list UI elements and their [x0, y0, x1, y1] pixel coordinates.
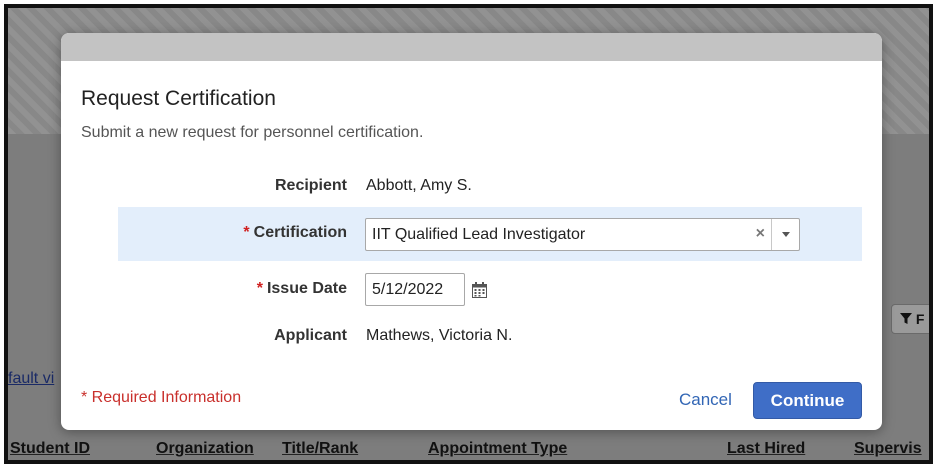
certification-selected-value: IIT Qualified Lead Investigator [372, 226, 586, 243]
required-marker: * [243, 224, 250, 241]
filter-icon [900, 313, 912, 324]
required-information-note: * Required Information [81, 389, 242, 406]
issue-date-label-text: Issue Date [266, 280, 347, 297]
issue-date-input[interactable] [366, 274, 464, 305]
applicant-label: Applicant [274, 327, 347, 344]
chevron-down-icon [781, 232, 790, 237]
applicant-row: Applicant Mathews, Victoria N. [61, 327, 882, 357]
cancel-button[interactable]: Cancel [679, 390, 732, 410]
background-filter-button[interactable]: F [891, 304, 929, 334]
background-default-view-link[interactable]: fault vi [8, 370, 54, 388]
request-certification-dialog: Request Certification Submit a new reque… [61, 33, 882, 430]
column-appointment-type[interactable]: Appointment Type [428, 440, 567, 458]
background-table-header: Student ID Organization Title/Rank Appoi… [8, 436, 929, 460]
recipient-row: Recipient Abbott, Amy S. [61, 177, 882, 207]
recipient-value: Abbott, Amy S. [366, 177, 472, 194]
issue-date-label: * Issue Date [257, 280, 347, 298]
column-last-hired[interactable]: Last Hired [727, 440, 805, 458]
certification-dropdown-toggle[interactable] [771, 219, 799, 250]
dialog-title: Request Certification [81, 87, 276, 110]
certification-label-text: Certification [253, 224, 347, 241]
calendar-icon[interactable] [472, 282, 487, 298]
continue-button[interactable]: Continue [753, 382, 862, 419]
certification-label: * Certification [243, 224, 347, 242]
issue-date-field[interactable] [365, 273, 465, 306]
recipient-label: Recipient [274, 177, 347, 194]
column-organization[interactable]: Organization [156, 440, 254, 458]
column-student-id[interactable]: Student ID [10, 440, 90, 458]
clear-icon[interactable]: × [756, 225, 765, 243]
column-supervisor[interactable]: Supervis [854, 440, 922, 458]
background-filter-label: F [915, 311, 925, 327]
applicant-value: Mathews, Victoria N. [366, 327, 513, 344]
required-marker: * [256, 280, 263, 297]
dialog-top-bar [61, 33, 882, 61]
column-title-rank[interactable]: Title/Rank [282, 440, 358, 458]
certification-select[interactable]: IIT Qualified Lead Investigator × [365, 218, 800, 251]
dialog-subtitle: Submit a new request for personnel certi… [81, 124, 424, 141]
